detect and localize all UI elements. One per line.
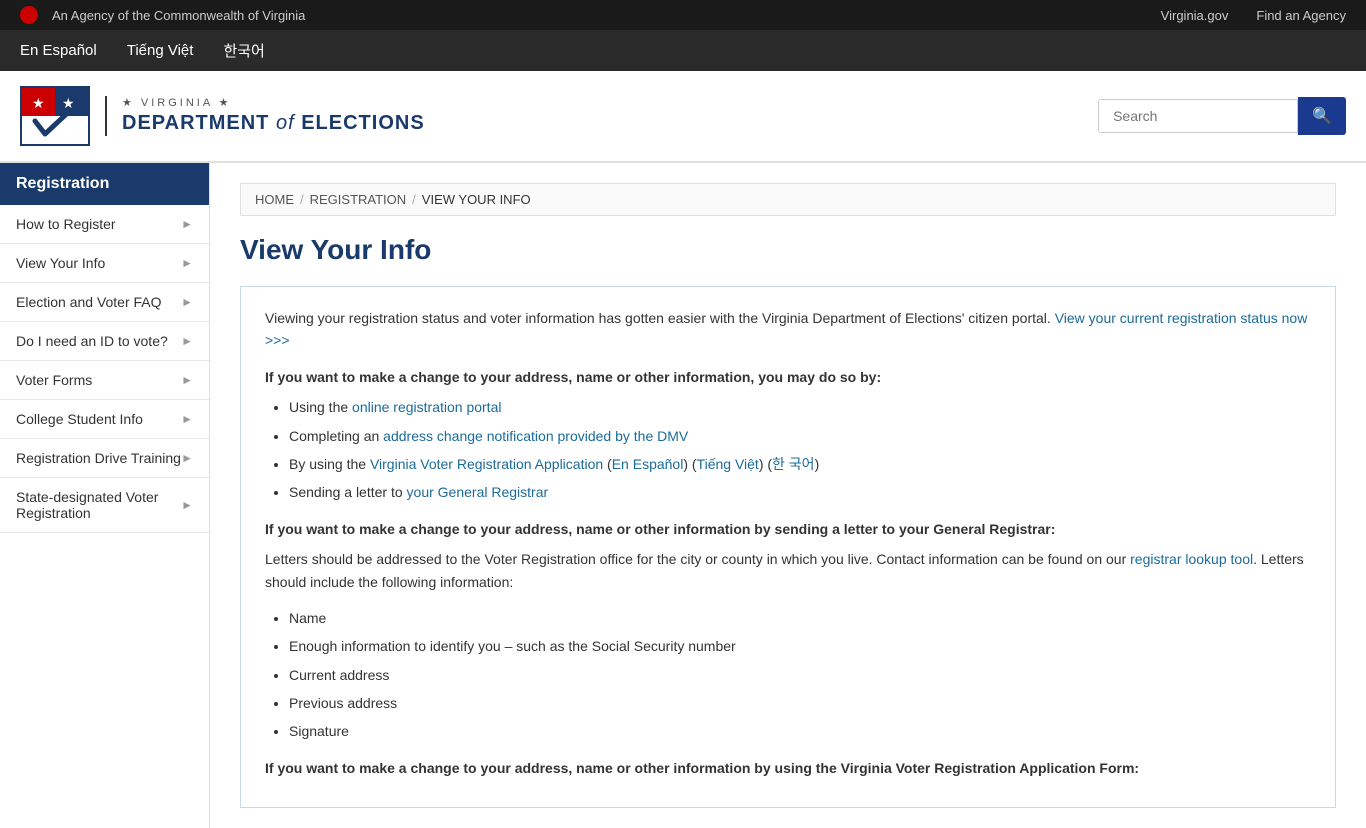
sidebar-item-id-to-vote[interactable]: Do I need an ID to vote? ► bbox=[0, 322, 209, 361]
chevron-icon: ► bbox=[181, 498, 193, 512]
chevron-icon: ► bbox=[181, 256, 193, 270]
list-item: By using the Virginia Voter Registration… bbox=[289, 453, 1311, 475]
sidebar-item-election-voter-faq[interactable]: Election and Voter FAQ ► bbox=[0, 283, 209, 322]
va-voter-app-link[interactable]: Virginia Voter Registration Application bbox=[370, 456, 603, 472]
main-content: HOME / REGISTRATION / VIEW YOUR INFO Vie… bbox=[210, 163, 1366, 828]
breadcrumb: HOME / REGISTRATION / VIEW YOUR INFO bbox=[240, 183, 1336, 216]
breadcrumb-registration[interactable]: REGISTRATION bbox=[310, 192, 407, 207]
lang-korean[interactable]: 한국어 bbox=[223, 40, 264, 61]
page-title: View Your Info bbox=[240, 234, 1336, 266]
sidebar-title: Registration bbox=[0, 163, 209, 205]
general-registrar-link[interactable]: your General Registrar bbox=[407, 484, 549, 500]
chevron-icon: ► bbox=[181, 334, 193, 348]
breadcrumb-home[interactable]: HOME bbox=[255, 192, 294, 207]
registrar-lookup-link[interactable]: registrar lookup tool bbox=[1130, 551, 1253, 567]
list-item: Previous address bbox=[289, 692, 1311, 714]
breadcrumb-current: VIEW YOUR INFO bbox=[422, 192, 531, 207]
lang-spanish[interactable]: En Español bbox=[20, 42, 97, 59]
spanish-app-link[interactable]: En Español bbox=[612, 456, 684, 472]
svg-text:★: ★ bbox=[32, 95, 45, 111]
section1-heading: If you want to make a change to your add… bbox=[265, 366, 1311, 388]
letter-info-list: Name Enough information to identify you … bbox=[289, 607, 1311, 743]
svg-text:★: ★ bbox=[62, 95, 75, 111]
top-bar: An Agency of the Commonwealth of Virgini… bbox=[0, 0, 1366, 30]
list-item: Enough information to identify you – suc… bbox=[289, 635, 1311, 657]
chevron-icon: ► bbox=[181, 451, 193, 465]
agency-text: An Agency of the Commonwealth of Virgini… bbox=[52, 8, 1133, 23]
list-item: Current address bbox=[289, 664, 1311, 686]
logo-text: ★ VIRGINIA ★ DEPARTMENT of ELECTIONS bbox=[105, 96, 425, 136]
online-portal-link[interactable]: online registration portal bbox=[352, 399, 501, 415]
section3-heading: If you want to make a change to your add… bbox=[265, 757, 1311, 779]
chevron-icon: ► bbox=[181, 412, 193, 426]
logo-stars: ★ VIRGINIA ★ bbox=[122, 96, 425, 110]
intro-paragraph: Viewing your registration status and vot… bbox=[265, 307, 1311, 352]
virginia-gov-link[interactable]: Virginia.gov bbox=[1161, 8, 1229, 23]
letters-paragraph: Letters should be addressed to the Voter… bbox=[265, 548, 1311, 593]
logo-area: ★ ★ ★ VIRGINIA ★ DEPARTMENT of ELECTIONS bbox=[20, 86, 425, 146]
list-item: Name bbox=[289, 607, 1311, 629]
sidebar-item-view-your-info[interactable]: View Your Info ► bbox=[0, 244, 209, 283]
dept-name: DEPARTMENT of ELECTIONS bbox=[122, 110, 425, 136]
list-item: Sending a letter to your General Registr… bbox=[289, 481, 1311, 503]
sidebar-item-voter-forms[interactable]: Voter Forms ► bbox=[0, 361, 209, 400]
search-button[interactable]: 🔍 bbox=[1298, 97, 1346, 135]
vietnamese-app-link[interactable]: Tiếng Việt bbox=[697, 456, 759, 472]
sidebar-item-state-designated-voter-registration[interactable]: State-designated Voter Registration ► bbox=[0, 478, 209, 533]
chevron-icon: ► bbox=[181, 217, 193, 231]
search-input[interactable] bbox=[1098, 99, 1298, 133]
dmv-change-link[interactable]: address change notification provided by … bbox=[383, 428, 688, 444]
site-header: ★ ★ ★ VIRGINIA ★ DEPARTMENT of ELECTIONS… bbox=[0, 71, 1366, 163]
korean-app-link[interactable]: 한 국어 bbox=[772, 456, 815, 472]
search-area: 🔍 bbox=[1098, 97, 1346, 135]
content-box: Viewing your registration status and vot… bbox=[240, 286, 1336, 808]
list-item: Signature bbox=[289, 720, 1311, 742]
lang-vietnamese[interactable]: Tiếng Việt bbox=[127, 42, 194, 59]
chevron-icon: ► bbox=[181, 373, 193, 387]
change-methods-list: Using the online registration portal Com… bbox=[289, 396, 1311, 504]
commonwealth-logo bbox=[20, 6, 38, 24]
language-bar: En Español Tiếng Việt 한국어 bbox=[0, 30, 1366, 71]
section2-heading: If you want to make a change to your add… bbox=[265, 518, 1311, 540]
sidebar-item-college-student-info[interactable]: College Student Info ► bbox=[0, 400, 209, 439]
list-item: Using the online registration portal bbox=[289, 396, 1311, 418]
site-logo: ★ ★ bbox=[20, 86, 90, 146]
main-container: Registration How to Register ► View Your… bbox=[0, 163, 1366, 828]
sidebar-item-how-to-register[interactable]: How to Register ► bbox=[0, 205, 209, 244]
chevron-icon: ► bbox=[181, 295, 193, 309]
find-agency-link[interactable]: Find an Agency bbox=[1256, 8, 1346, 23]
sidebar: Registration How to Register ► View Your… bbox=[0, 163, 210, 828]
sidebar-item-registration-drive-training[interactable]: Registration Drive Training ► bbox=[0, 439, 209, 478]
list-item: Completing an address change notificatio… bbox=[289, 425, 1311, 447]
